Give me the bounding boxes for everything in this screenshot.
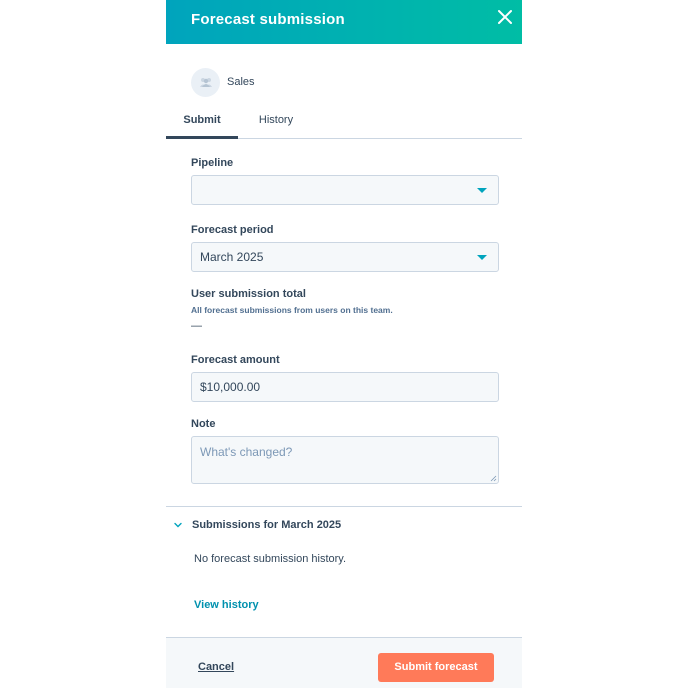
close-icon[interactable]	[496, 8, 514, 26]
pipeline-label: Pipeline	[191, 157, 234, 169]
team-name: Sales	[227, 76, 255, 88]
submissions-title: Submissions for March 2025	[192, 519, 342, 531]
chevron-down-icon	[477, 188, 487, 193]
panel-footer: Cancel Submit forecast	[166, 637, 522, 688]
tab-bar: Submit History	[166, 109, 522, 139]
chevron-down-icon	[477, 255, 487, 260]
forecast-amount-input[interactable]: $10,000.00	[191, 372, 499, 402]
user-submission-total-help: All forecast submissions from users on t…	[191, 305, 393, 315]
forecast-period-select[interactable]: March 2025	[191, 242, 499, 272]
forecast-period-label: Forecast period	[191, 224, 274, 236]
user-submission-total-label: User submission total	[191, 288, 306, 300]
submit-forecast-button[interactable]: Submit forecast	[378, 653, 494, 682]
submissions-section-toggle[interactable]: Submissions for March 2025	[174, 519, 341, 531]
resize-handle-icon[interactable]	[490, 475, 497, 482]
note-placeholder: What's changed?	[200, 445, 293, 459]
team-icon	[191, 67, 220, 97]
forecast-submission-panel: Forecast submission Sales Submit History…	[166, 0, 522, 688]
user-submission-total-value: —	[191, 320, 202, 332]
note-textarea[interactable]: What's changed?	[191, 436, 499, 484]
view-history-link[interactable]: View history	[194, 599, 259, 611]
chevron-down-icon	[174, 522, 182, 528]
pipeline-select[interactable]	[191, 175, 499, 205]
note-label: Note	[191, 418, 216, 430]
forecast-amount-value: $10,000.00	[200, 380, 261, 394]
panel-title: Forecast submission	[191, 11, 345, 28]
forecast-amount-label: Forecast amount	[191, 354, 280, 366]
forecast-period-value: March 2025	[200, 250, 264, 264]
empty-history-message: No forecast submission history.	[194, 553, 347, 565]
team-selector: Sales	[191, 67, 255, 97]
tab-submit[interactable]: Submit	[166, 109, 238, 139]
tab-history[interactable]: History	[240, 109, 312, 139]
panel-header: Forecast submission	[166, 0, 522, 44]
cancel-button[interactable]: Cancel	[198, 661, 234, 673]
section-divider	[166, 506, 522, 507]
